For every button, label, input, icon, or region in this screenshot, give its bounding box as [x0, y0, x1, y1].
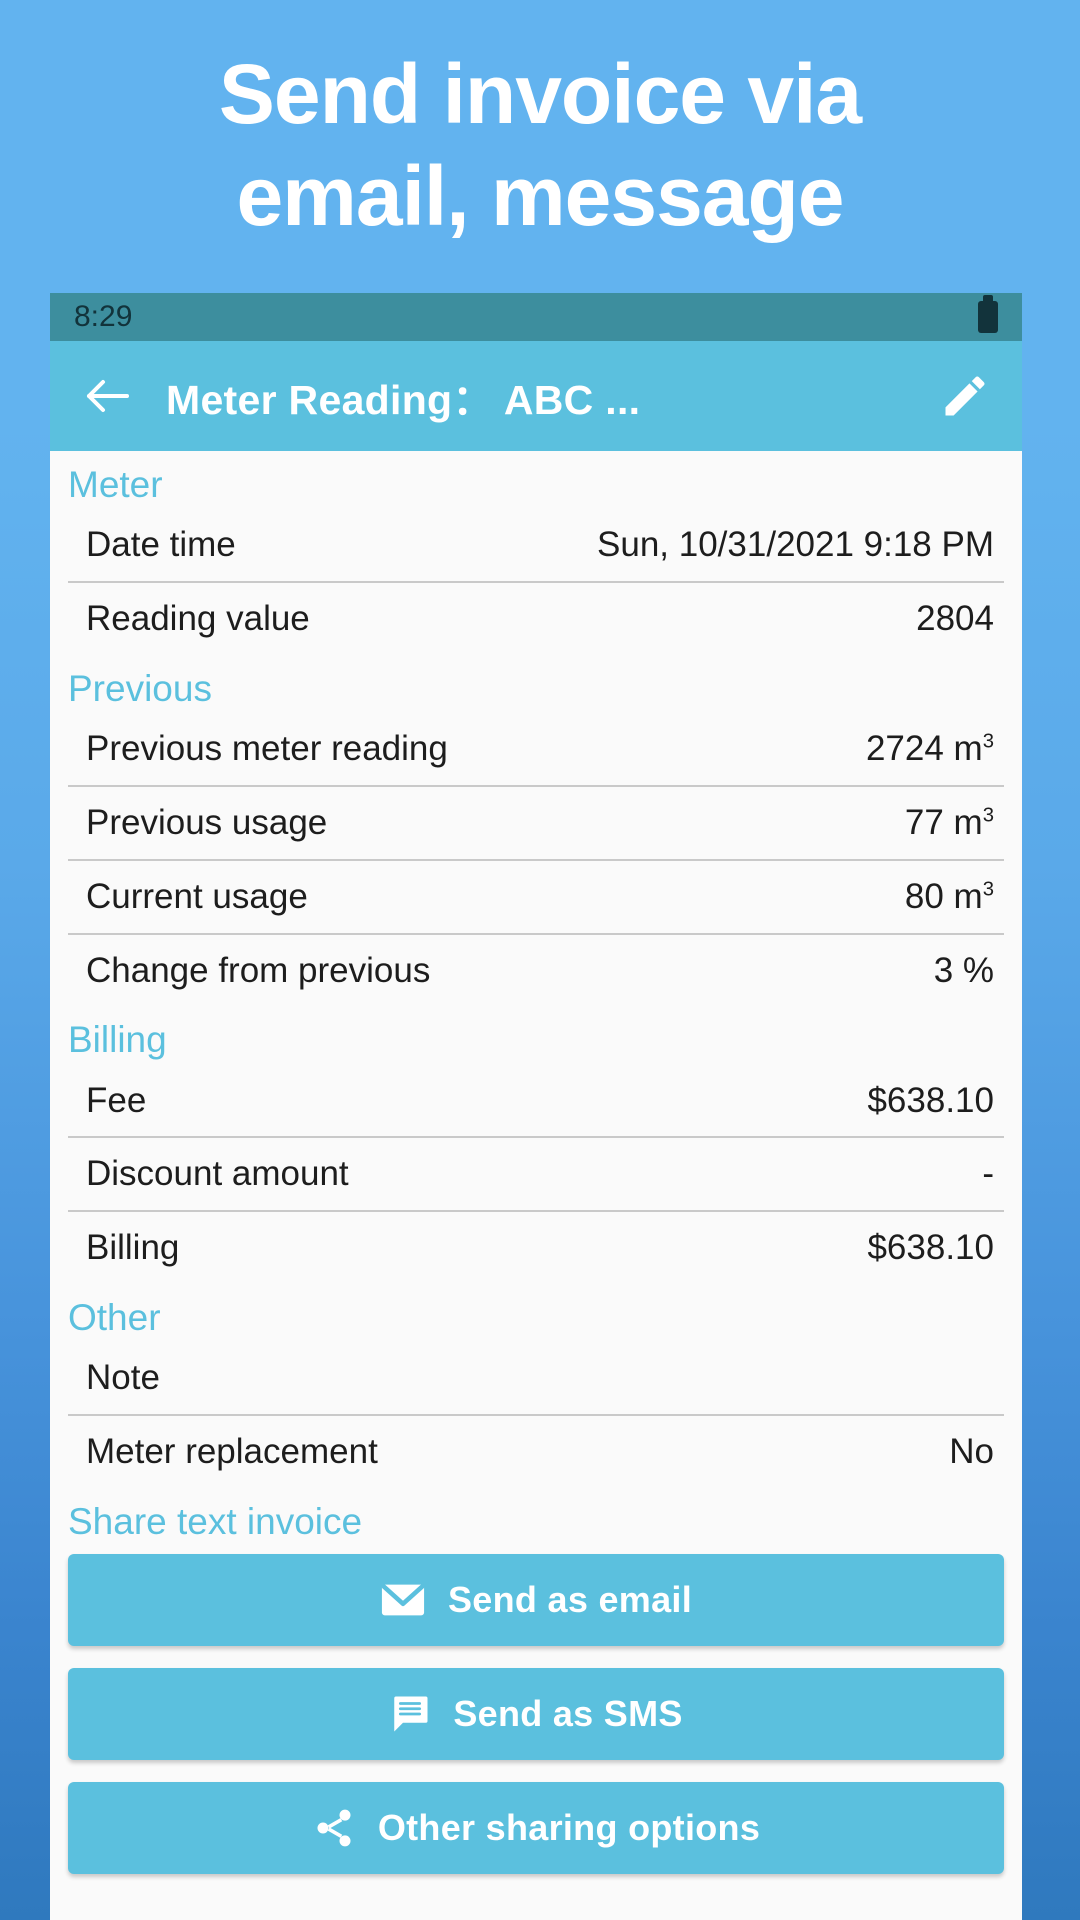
row-previous-usage[interactable]: Previous usage 77 m3 [68, 785, 1004, 859]
row-date-time[interactable]: Date time Sun, 10/31/2021 9:18 PM [50, 509, 1022, 581]
promo-headline-line-2: email, message [236, 149, 844, 243]
row-label: Previous usage [86, 803, 328, 843]
row-value: $638.10 [867, 1228, 994, 1268]
button-label: Other sharing options [377, 1807, 761, 1849]
row-value: Sun, 10/31/2021 9:18 PM [597, 525, 994, 565]
row-value: - [982, 1154, 994, 1194]
app-bar: Meter Reading： ABC ... [50, 341, 1022, 451]
row-meter-replacement[interactable]: Meter replacement No [68, 1414, 1004, 1488]
row-value: 3 % [933, 950, 994, 990]
row-note[interactable]: Note [50, 1342, 1022, 1414]
section-header-previous: Previous [68, 667, 212, 709]
row-discount-amount[interactable]: Discount amount - [68, 1136, 1004, 1210]
pencil-icon [945, 376, 985, 416]
share-icon [317, 1809, 351, 1847]
row-label: Fee [86, 1080, 147, 1120]
section-header-share-text-invoice: Share text invoice [68, 1500, 363, 1542]
row-label: Meter replacement [86, 1432, 378, 1472]
arrow-left-icon [87, 380, 129, 412]
promo-banner: Send invoice via email, message [0, 0, 1080, 290]
status-bar-clock: 8:29 [74, 300, 133, 333]
promo-headline-line-1: Send invoice via [218, 46, 862, 141]
row-value: 80 m3 [904, 876, 994, 916]
share-buttons-group: Send as email Send as SMS Other sharing … [50, 1546, 1022, 1875]
row-previous-meter-reading[interactable]: Previous meter reading 2724 m3 [50, 713, 1022, 785]
button-label: Send as SMS [453, 1693, 683, 1735]
page-title: Meter Reading： ABC ... [166, 377, 641, 423]
back-button[interactable] [76, 365, 138, 427]
section-header-other: Other [68, 1296, 161, 1338]
section-header-billing: Billing [68, 1019, 167, 1061]
status-bar: 8:29 [50, 293, 1022, 341]
row-label: Previous meter reading [86, 729, 448, 769]
other-sharing-options-button[interactable]: Other sharing options [68, 1782, 1004, 1875]
section-header-meter: Meter [68, 464, 163, 505]
row-label: Note [86, 1358, 160, 1398]
row-label: Reading value [86, 599, 310, 639]
row-billing[interactable]: Billing $638.10 [68, 1210, 1004, 1284]
row-reading-value[interactable]: Reading value 2804 [68, 581, 1004, 655]
row-value: 2804 [916, 599, 994, 639]
row-label: Change from previous [86, 950, 431, 990]
row-current-usage[interactable]: Current usage 80 m3 [68, 858, 1004, 933]
row-fee[interactable]: Fee $638.10 [50, 1065, 1022, 1137]
button-label: Send as email [447, 1579, 693, 1621]
row-value: 2724 m3 [865, 729, 994, 769]
send-as-sms-button[interactable]: Send as SMS [68, 1668, 1004, 1761]
send-as-email-button[interactable]: Send as email [68, 1554, 1004, 1647]
message-icon [394, 1696, 428, 1732]
row-value: 77 m3 [904, 803, 994, 843]
row-change-from-previous[interactable]: Change from previous 3 % [68, 932, 1004, 1007]
row-label: Date time [86, 525, 236, 565]
row-label: Billing [86, 1228, 180, 1268]
meter-reading-detail-list: Meter Date time Sun, 10/31/2021 9:18 PM … [50, 451, 1022, 1875]
battery-full-icon [978, 295, 998, 333]
envelope-icon [381, 1584, 425, 1616]
row-label: Current usage [86, 876, 308, 916]
edit-button[interactable] [934, 365, 996, 427]
phone-screen: 8:29 Meter Reading： ABC ... Meter Date t… [50, 293, 1022, 1920]
row-value: No [949, 1432, 994, 1472]
row-value: $638.10 [867, 1080, 994, 1120]
row-label: Discount amount [86, 1154, 349, 1194]
